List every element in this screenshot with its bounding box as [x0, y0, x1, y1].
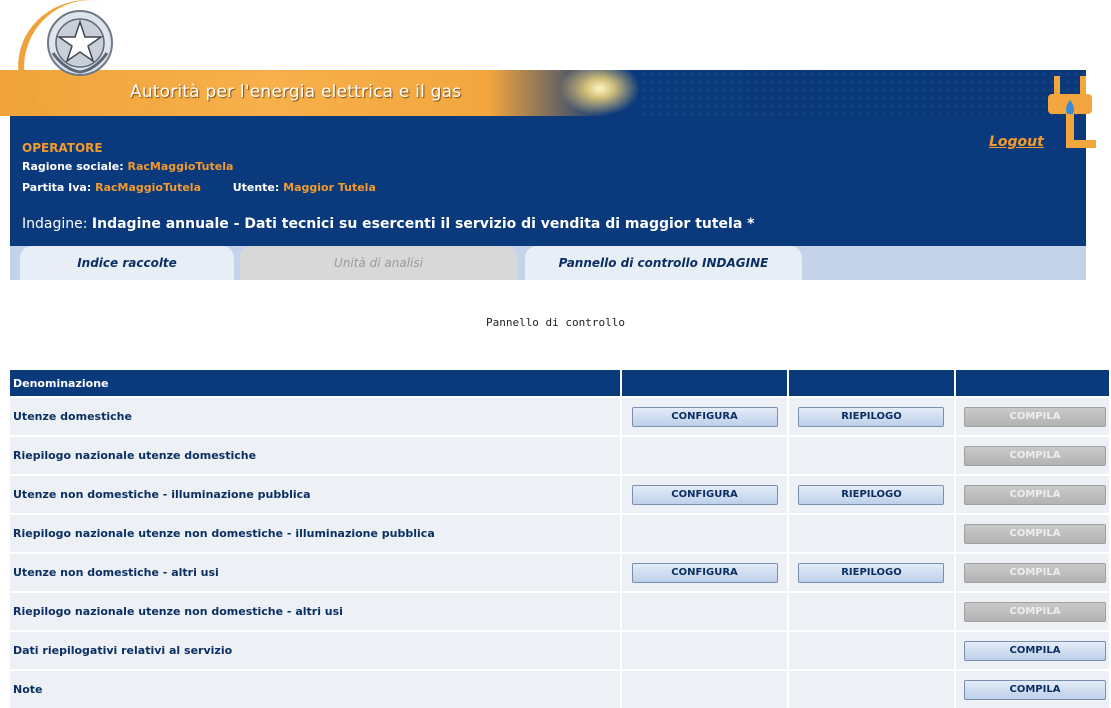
republic-emblem-icon — [47, 10, 113, 76]
cell-configura: CONFIGURA — [621, 396, 790, 436]
ragione-sociale-line: Ragione sociale: RacMaggioTutela — [22, 160, 233, 173]
compila-button: COMPILA — [963, 484, 1106, 505]
row-denominazione: Utenze non domestiche - illuminazione pu… — [10, 474, 623, 514]
configura-button[interactable]: CONFIGURA — [631, 406, 778, 427]
row-denominazione: Utenze domestiche — [10, 396, 623, 436]
table-row: Riepilogo nazionale utenze non domestich… — [10, 591, 1111, 631]
cell-compila: COMPILA — [954, 669, 1111, 708]
row-denominazione: Dati riepilogativi relativi al servizio — [10, 630, 623, 670]
row-denominazione: Note — [10, 669, 623, 708]
cell-compila: COMPILA — [954, 474, 1111, 514]
configura-button[interactable]: CONFIGURA — [631, 562, 778, 583]
column-header-compila — [954, 370, 1111, 397]
banner-dot-pattern — [640, 70, 1086, 116]
utente-label: Utente: — [232, 181, 280, 194]
table-row: Riepilogo nazionale utenze domestiche COM… — [10, 435, 1111, 475]
cell-riepilogo — [788, 435, 956, 475]
cell-riepilogo — [788, 630, 956, 670]
row-denominazione: Riepilogo nazionale utenze non domestich… — [10, 513, 623, 553]
cell-configura — [621, 513, 790, 553]
table-row: Utenze domestiche CONFIGURA RIEPILOGO COMPI… — [10, 396, 1111, 436]
partita-iva-value: RacMaggioTutela — [95, 181, 201, 194]
table-row: Riepilogo nazionale utenze non domestich… — [10, 513, 1111, 553]
column-header-configura — [621, 370, 790, 397]
cell-compila: COMPILA — [954, 513, 1111, 553]
cell-configura — [621, 591, 790, 631]
indagine-value: Indagine annuale - Dati tecnici su eserc… — [91, 216, 755, 232]
compila-button: COMPILA — [963, 601, 1106, 622]
partita-iva-label: Partita Iva: — [22, 181, 92, 194]
cell-compila: COMPILA — [954, 630, 1111, 670]
cell-compila: COMPILA — [954, 396, 1111, 436]
configura-button[interactable]: CONFIGURA — [631, 484, 778, 505]
utente-value: Maggior Tutela — [283, 181, 376, 194]
partita-iva-line: Partita Iva: RacMaggioTutela Utente: Mag… — [22, 181, 376, 194]
table-row: Dati riepilogativi relativi al servizio C… — [10, 630, 1111, 670]
plug-logo-icon — [1048, 76, 1096, 148]
cell-configura — [621, 435, 790, 475]
banner-spark — [560, 70, 640, 116]
cell-compila: COMPILA — [954, 435, 1111, 475]
authority-name: Autorità per l'energia elettrica e il ga… — [130, 82, 462, 102]
cell-riepilogo — [788, 513, 956, 553]
control-panel-table: Denominazione Utenze domestiche CONFIGURA… — [10, 370, 1111, 708]
riepilogo-button[interactable]: RIEPILOGO — [798, 406, 945, 427]
ragione-sociale-label: Ragione sociale: — [22, 160, 124, 173]
table-row: Utenze non domestiche - illuminazione pu… — [10, 474, 1111, 514]
riepilogo-button[interactable]: RIEPILOGO — [798, 562, 945, 583]
tab-pannello-di-controllo[interactable]: Pannello di controllo INDAGINE — [525, 246, 802, 280]
cell-configura: CONFIGURA — [621, 474, 790, 514]
row-denominazione: Riepilogo nazionale utenze non domestich… — [10, 591, 623, 631]
riepilogo-button[interactable]: RIEPILOGO — [798, 484, 945, 505]
cell-configura: CONFIGURA — [621, 552, 790, 592]
operator-title: OPERATORE — [22, 141, 103, 155]
tab-unita-di-analisi: Unità di analisi — [240, 246, 517, 280]
page-header: Autorità per l'energia elettrica e il ga… — [0, 0, 1111, 280]
compila-button: COMPILA — [963, 445, 1106, 466]
cell-configura — [621, 630, 790, 670]
cell-riepilogo — [788, 669, 956, 708]
table-row: Note COMPILA — [10, 669, 1111, 708]
cell-riepilogo: RIEPILOGO — [788, 552, 956, 592]
tab-indice-raccolte[interactable]: Indice raccolte — [20, 246, 234, 280]
compila-button: COMPILA — [963, 406, 1106, 427]
compila-button: COMPILA — [963, 523, 1106, 544]
table-row: Utenze non domestiche - altri usi CONFIGU… — [10, 552, 1111, 592]
cell-riepilogo: RIEPILOGO — [788, 396, 956, 436]
row-denominazione: Riepilogo nazionale utenze domestiche — [10, 435, 623, 475]
compila-button: COMPILA — [963, 562, 1106, 583]
cell-riepilogo: RIEPILOGO — [788, 474, 956, 514]
compila-button[interactable]: COMPILA — [963, 640, 1106, 661]
column-header-riepilogo — [788, 370, 956, 397]
row-denominazione: Utenze non domestiche - altri usi — [10, 552, 623, 592]
ragione-sociale-value: RacMaggioTutela — [127, 160, 234, 173]
column-header-denominazione: Denominazione — [10, 370, 623, 397]
cell-configura — [621, 669, 790, 708]
indagine-label: Indagine: — [22, 216, 88, 232]
table-header-row: Denominazione — [10, 370, 1111, 397]
cell-compila: COMPILA — [954, 552, 1111, 592]
logout-link[interactable]: Logout — [989, 134, 1044, 150]
cell-riepilogo — [788, 591, 956, 631]
indagine-line: Indagine: Indagine annuale - Dati tecnic… — [22, 216, 754, 232]
panel-title: Pannello di controllo — [485, 316, 626, 329]
cell-compila: COMPILA — [954, 591, 1111, 631]
compila-button[interactable]: COMPILA — [963, 679, 1106, 700]
table-body: Utenze domestiche CONFIGURA RIEPILOGO COMPI… — [10, 396, 1111, 708]
